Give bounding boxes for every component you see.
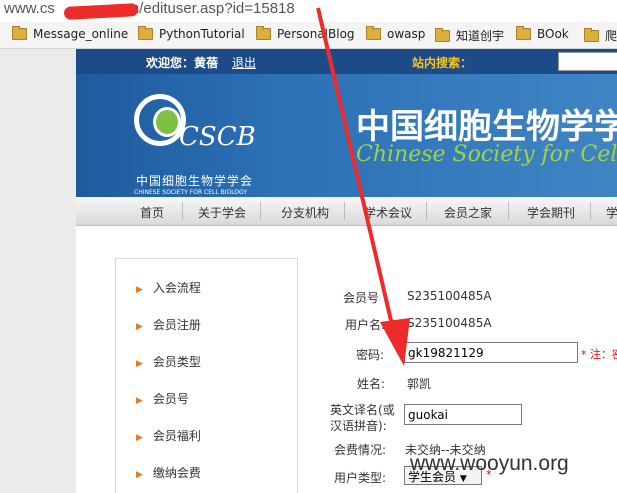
sidebar-item-benefits[interactable]: ▶ 会员福利 <box>136 427 201 444</box>
nav-branches[interactable]: 分支机构 <box>281 204 329 221</box>
folder-icon <box>12 26 27 40</box>
nav-divider <box>260 202 261 220</box>
nav-home[interactable]: 首页 <box>140 204 164 221</box>
sidebar-item-label: 会员号 <box>152 392 189 406</box>
url-text: www.cs n/edituser.asp?id=15818 <box>4 0 295 17</box>
sidebar-item-label: 会员类型 <box>152 355 201 369</box>
fee-status-label: 会费情况: <box>334 443 387 457</box>
logo-chinese-name: 中国细胞生物学学会 <box>136 174 254 188</box>
bookmark-book[interactable]: BOok <box>516 26 569 41</box>
sidebar-item-label: 入会流程 <box>152 281 201 295</box>
triangle-right-icon: ▶ <box>136 470 143 480</box>
folder-icon <box>366 26 381 40</box>
nav-divider <box>590 202 591 220</box>
watermark: www.wooyun.org <box>410 452 569 475</box>
nav-more[interactable]: 学 <box>606 204 617 221</box>
logout-link[interactable]: 退出 <box>232 54 256 71</box>
folder-icon <box>516 26 531 40</box>
page-background-margin <box>0 49 76 493</box>
address-bar[interactable]: www.cs n/edituser.asp?id=15818 <box>0 0 617 22</box>
bookmark-label: PythonTutorial <box>159 27 245 41</box>
nav-divider <box>508 202 509 220</box>
logo-english-name: CHINESE SOCIETY FOR CELL BIOLOGY <box>134 189 248 196</box>
sidebar-item-label: 会员福利 <box>152 429 201 443</box>
triangle-right-icon: ▶ <box>136 359 143 369</box>
nav-member-home[interactable]: 会员之家 <box>444 204 492 221</box>
english-name-input[interactable] <box>404 404 522 425</box>
site-title-english: Chinese Society for Cell B <box>356 142 617 167</box>
nav-divider <box>182 202 183 220</box>
bookmarks-bar: Message_online PythonTutorial PersonalBl… <box>0 22 617 49</box>
site-search-input[interactable] <box>558 52 617 71</box>
bookmark-owasp[interactable]: owasp <box>366 26 426 41</box>
folder-icon <box>584 27 599 42</box>
username-value: S235100485A <box>407 316 492 330</box>
bookmark-label: owasp <box>387 27 426 41</box>
sidebar-item-member-number[interactable]: ▶ 会员号 <box>136 390 189 407</box>
folder-icon <box>435 27 450 42</box>
bookmark-label: 知道创宇 <box>456 29 505 43</box>
logo-cell-icon <box>153 107 181 137</box>
site-banner: CSCB 中国细胞生物学学会 CHINESE SOCIETY FOR CELL … <box>76 74 617 197</box>
sidebar-item-member-types[interactable]: ▶ 会员类型 <box>136 353 201 370</box>
url-path: n/edituser.asp?id=15818 <box>130 0 295 17</box>
nav-about[interactable]: 关于学会 <box>198 204 246 221</box>
triangle-right-icon: ▶ <box>136 322 143 332</box>
url-host: www.cs <box>4 0 55 17</box>
username-label: 用户名: <box>345 318 386 332</box>
bookmark-message-online[interactable]: Message_online <box>12 26 129 41</box>
sidebar-item-join-process[interactable]: ▶ 入会流程 <box>136 279 201 296</box>
site-title-chinese: 中国细胞生物学学 <box>356 107 617 147</box>
sidebar-item-register[interactable]: ▶ 会员注册 <box>136 316 201 333</box>
password-note: * 注：密 <box>581 348 617 361</box>
member-number-label: 会员号 <box>343 291 380 305</box>
user-type-label: 用户类型: <box>334 471 387 485</box>
sidebar-item-label: 缴纳会费 <box>152 466 201 480</box>
name-label: 姓名: <box>357 377 386 391</box>
english-name-label-line1: 英文译名(或 <box>330 403 395 417</box>
bookmark-label: BOok <box>537 27 569 41</box>
bookmark-pa[interactable]: 爬 <box>584 27 617 44</box>
folder-icon <box>256 26 271 40</box>
folder-icon <box>138 26 153 40</box>
bookmark-label: PersonalBlog <box>277 27 355 41</box>
nav-divider <box>426 202 427 220</box>
member-sidebar: ▶ 入会流程 ▶ 会员注册 ▶ 会员类型 ▶ 会员号 ▶ 会员福利 ▶ 缴纳会费 <box>115 258 298 493</box>
bookmark-personalblog[interactable]: PersonalBlog <box>256 26 355 41</box>
bookmark-zhidaochuangyu[interactable]: 知道创宇 <box>435 27 504 44</box>
nav-journals[interactable]: 学会期刊 <box>527 204 575 221</box>
triangle-right-icon: ▶ <box>136 396 143 406</box>
english-name-label-line2: 汉语拼音): <box>330 419 387 433</box>
password-input[interactable] <box>404 342 578 363</box>
redaction-mark <box>63 3 139 20</box>
welcome-text: 欢迎您：黄蓓 <box>146 56 219 70</box>
member-number-value: S235100485A <box>407 289 492 303</box>
sidebar-item-pay-fees[interactable]: ▶ 缴纳会费 <box>136 464 201 481</box>
name-value: 郭凯 <box>407 377 432 391</box>
bookmark-pythontutorial[interactable]: PythonTutorial <box>138 26 245 41</box>
site-search-label: 站内搜索： <box>412 56 473 70</box>
bookmark-label: Message_online <box>33 27 129 41</box>
logo-text: CSCB <box>179 122 256 152</box>
nav-conferences[interactable]: 学术会议 <box>364 204 412 221</box>
bookmark-label: 爬 <box>605 29 617 43</box>
sidebar-item-label: 会员注册 <box>152 318 201 332</box>
web-page: 欢迎您：黄蓓 退出 站内搜索： CSCB 中国细胞生物学学会 CHINESE S… <box>76 49 617 493</box>
triangle-right-icon: ▶ <box>136 433 143 443</box>
main-nav: 首页 关于学会 分支机构 学术会议 会员之家 学会期刊 学 <box>76 197 617 226</box>
nav-divider <box>344 202 345 220</box>
triangle-right-icon: ▶ <box>136 285 143 295</box>
top-bar: 欢迎您：黄蓓 退出 站内搜索： <box>76 49 617 74</box>
password-label: 密码: <box>356 348 385 362</box>
